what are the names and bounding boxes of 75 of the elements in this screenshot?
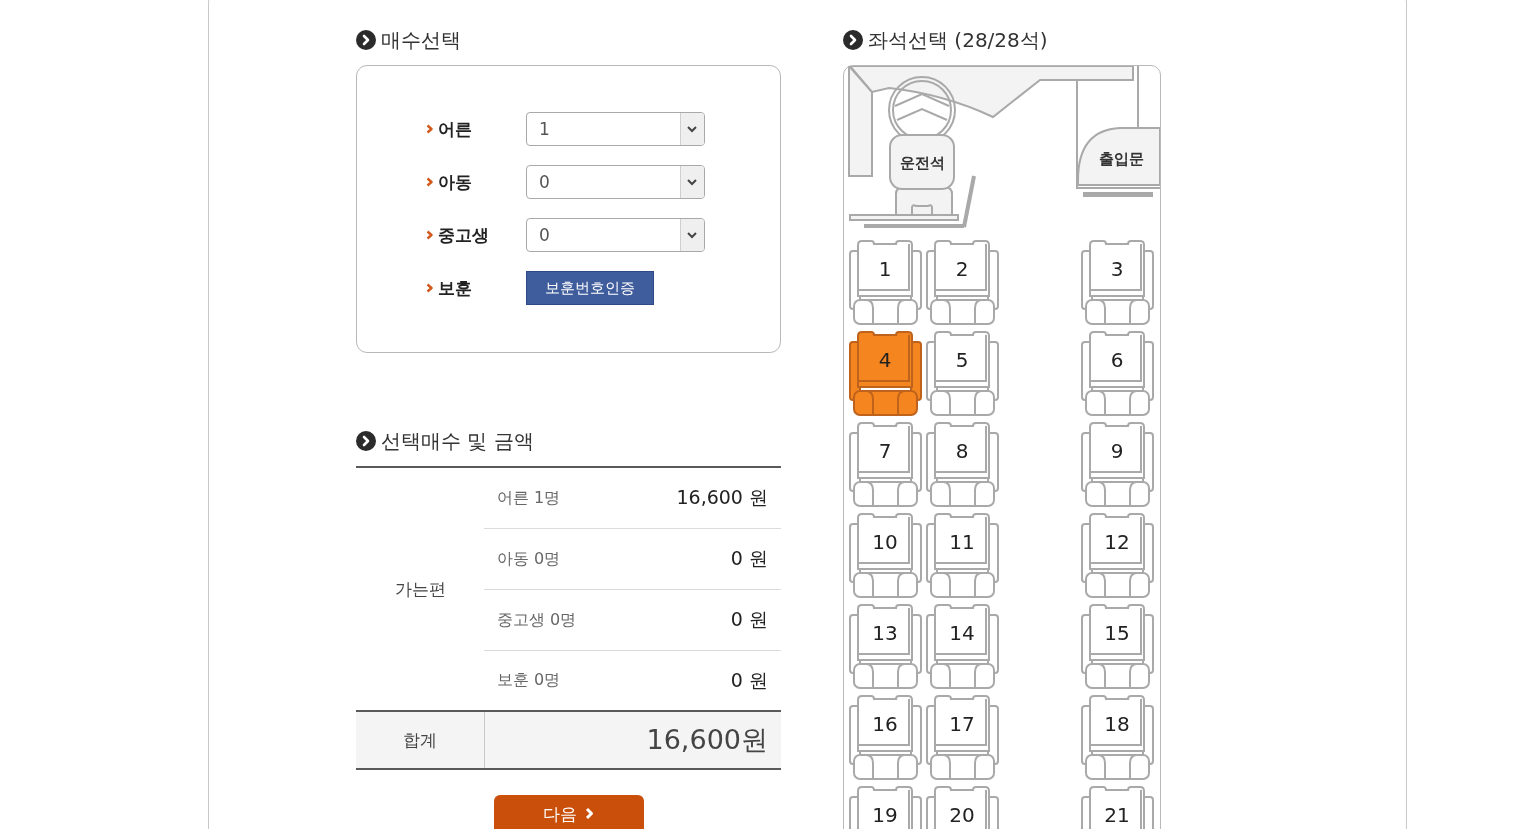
armchair-icon bbox=[1081, 604, 1154, 689]
armchair-icon bbox=[1081, 513, 1154, 598]
trip-direction-label: 가는편 bbox=[394, 577, 446, 601]
chevron-icon bbox=[426, 283, 433, 293]
fare-amount: 0 원 bbox=[730, 546, 768, 571]
armchair-icon bbox=[926, 331, 999, 416]
section-title: 선택매수 및 금액 bbox=[381, 427, 534, 455]
chevron-circle-icon bbox=[843, 30, 863, 50]
armchair-icon bbox=[849, 240, 922, 325]
total-amount: 16,600원 bbox=[646, 723, 768, 757]
seat[interactable]: 2 bbox=[926, 240, 999, 325]
armchair-icon bbox=[926, 422, 999, 507]
armchair-icon bbox=[1081, 695, 1154, 780]
armchair-icon bbox=[849, 331, 922, 416]
armchair-icon bbox=[1081, 240, 1154, 325]
passenger-type-label: 아동 bbox=[438, 170, 472, 194]
seat[interactable]: 11 bbox=[926, 513, 999, 598]
fare-label: 중고생 0명 bbox=[497, 609, 577, 631]
fare-amount: 0 원 bbox=[730, 607, 768, 632]
fare-amount: 16,600 원 bbox=[676, 485, 768, 510]
chevron-icon bbox=[585, 807, 594, 820]
passenger-type-label: 보훈 bbox=[438, 276, 472, 300]
seat[interactable]: 1 bbox=[849, 240, 922, 325]
total-label: 합계 bbox=[403, 728, 437, 752]
armchair-icon bbox=[849, 513, 922, 598]
seat[interactable]: 13 bbox=[849, 604, 922, 689]
caret-icon bbox=[680, 166, 704, 198]
seat[interactable]: 8 bbox=[926, 422, 999, 507]
seat[interactable]: 16 bbox=[849, 695, 922, 780]
chevron-circle-icon bbox=[356, 431, 376, 451]
seat[interactable]: 4 bbox=[849, 331, 922, 416]
count-dropdown[interactable]: 0 bbox=[526, 165, 705, 199]
armchair-icon bbox=[849, 604, 922, 689]
seat[interactable]: 21 bbox=[1081, 786, 1154, 829]
seat[interactable]: 3 bbox=[1081, 240, 1154, 325]
chevron-icon bbox=[426, 230, 433, 240]
caret-icon bbox=[680, 113, 704, 145]
fare-label: 보훈 0명 bbox=[497, 670, 561, 691]
seat[interactable]: 5 bbox=[926, 331, 999, 416]
verify-button[interactable]: 보훈번호인증 bbox=[526, 271, 654, 305]
seat[interactable]: 12 bbox=[1081, 513, 1154, 598]
seat[interactable]: 18 bbox=[1081, 695, 1154, 780]
passenger-type-label: 중고생 bbox=[438, 223, 489, 247]
seat[interactable]: 14 bbox=[926, 604, 999, 689]
section-title: 매수선택 bbox=[381, 26, 461, 54]
armchair-icon bbox=[849, 695, 922, 780]
count-dropdown[interactable]: 1 bbox=[526, 112, 705, 146]
chevron-circle-icon bbox=[356, 30, 376, 50]
section-title: 좌석선택 (28/28석) bbox=[868, 26, 1048, 54]
count-dropdown[interactable]: 0 bbox=[526, 218, 705, 252]
fare-label: 아동 0명 bbox=[497, 548, 561, 570]
chevron-icon bbox=[426, 124, 433, 134]
caret-icon bbox=[680, 219, 704, 251]
seat[interactable]: 17 bbox=[926, 695, 999, 780]
door-label: 출입문 bbox=[1098, 149, 1144, 169]
armchair-icon bbox=[1081, 331, 1154, 416]
seat[interactable]: 15 bbox=[1081, 604, 1154, 689]
chevron-icon bbox=[426, 177, 433, 187]
armchair-icon bbox=[926, 240, 999, 325]
armchair-icon bbox=[1081, 422, 1154, 507]
seat[interactable]: 6 bbox=[1081, 331, 1154, 416]
armchair-icon bbox=[926, 695, 999, 780]
seat[interactable]: 7 bbox=[849, 422, 922, 507]
seat[interactable]: 19 bbox=[849, 786, 922, 829]
fare-label: 어른 1명 bbox=[497, 487, 561, 509]
passenger-type-label: 어른 bbox=[438, 117, 472, 141]
next-button[interactable]: 다음 bbox=[493, 795, 644, 829]
seat[interactable]: 10 bbox=[849, 513, 922, 598]
armchair-icon bbox=[926, 604, 999, 689]
seat[interactable]: 20 bbox=[926, 786, 999, 829]
seat[interactable]: 9 bbox=[1081, 422, 1154, 507]
armchair-icon bbox=[926, 513, 999, 598]
armchair-icon bbox=[849, 422, 922, 507]
driver-seat-label: 운전석 bbox=[899, 153, 945, 173]
fare-amount: 0 원 bbox=[730, 667, 768, 693]
